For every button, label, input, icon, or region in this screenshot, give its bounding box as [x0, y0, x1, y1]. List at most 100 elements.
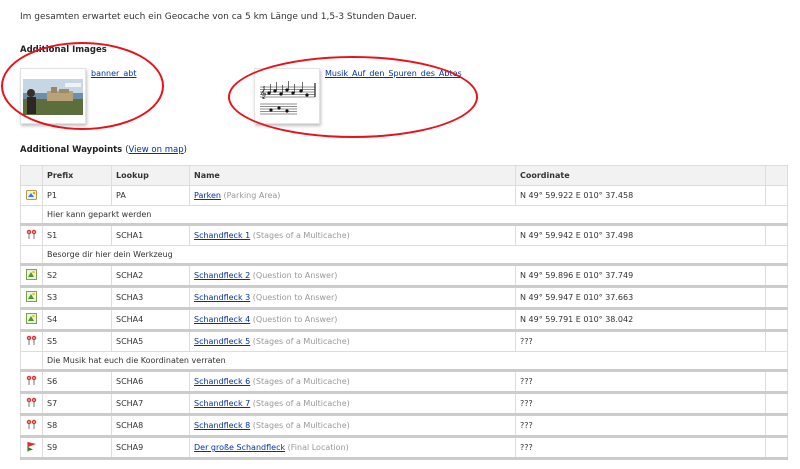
waypoint-coordinate: ???: [515, 330, 766, 352]
waypoint-prefix: S2: [42, 264, 112, 288]
header-lookup: Lookup: [111, 165, 190, 186]
waypoint-lookup: SCHA7: [111, 392, 190, 416]
annotation-oval: [228, 56, 478, 138]
table-row: P1 PA Parken (Parking Area) N 49° 59.922 E …: [20, 185, 788, 206]
note-spacer: [20, 351, 43, 372]
waypoint-prefix: S8: [42, 414, 112, 438]
waypoint-name-cell: Parken (Parking Area): [189, 185, 516, 206]
waypoint-extra-cell: [765, 392, 788, 416]
waypoint-type: (Final Location): [287, 443, 349, 452]
waypoint-type: (Parking Area): [223, 191, 281, 200]
waypoint-coordinate: N 49° 59.947 E 010° 37.663: [515, 286, 766, 310]
table-row: S8 SCHA8 Schandfleck 8 (Stages of a Multic…: [20, 414, 788, 438]
waypoint-lookup: SCHA4: [111, 308, 190, 332]
waypoint-extra-cell: [765, 286, 788, 310]
annotation-oval: [1, 42, 164, 130]
header-icon-cell: [20, 165, 43, 186]
paren-close: ): [183, 145, 187, 155]
waypoint-extra-cell: [765, 264, 788, 288]
multicache-stage-icon: [20, 330, 43, 352]
waypoint-name-link[interactable]: Schandfleck 6: [194, 377, 250, 386]
waypoints-title-text: Additional Waypoints: [20, 145, 123, 155]
waypoint-lookup: PA: [111, 185, 190, 206]
waypoint-name-cell: Schandfleck 2 (Question to Answer): [189, 264, 516, 288]
multicache-stage-icon: [20, 392, 43, 416]
waypoint-name-link[interactable]: Der große Schandfleck: [194, 443, 285, 452]
waypoint-name-cell: Schandfleck 7 (Stages of a Multicache): [189, 392, 516, 416]
waypoint-coordinate: N 49° 59.896 E 010° 37.749: [515, 264, 766, 288]
waypoint-extra-cell: [765, 224, 788, 246]
waypoint-type: (Stages of a Multicache): [252, 399, 350, 408]
waypoint-name-link[interactable]: Schandfleck 2: [194, 271, 250, 280]
table-row: S9 SCHA9 Der große Schandfleck (Final Loca…: [20, 436, 788, 460]
waypoint-name-link[interactable]: Schandfleck 5: [194, 337, 250, 346]
table-row: S7 SCHA7 Schandfleck 7 (Stages of a Multic…: [20, 392, 788, 416]
waypoint-prefix: S5: [42, 330, 112, 352]
intro-text: Im gesamten erwartet euch ein Geocache v…: [20, 12, 417, 22]
waypoint-note-row: Die Musik hat euch die Koordinaten verra…: [20, 351, 788, 372]
multicache-stage-icon: [20, 224, 43, 246]
waypoint-coordinate: N 49° 59.791 E 010° 38.042: [515, 308, 766, 332]
waypoint-name-link[interactable]: Schandfleck 1: [194, 231, 250, 240]
waypoint-extra-cell: [765, 185, 788, 206]
waypoint-coordinate: N 49° 59.942 E 010° 37.498: [515, 224, 766, 246]
waypoint-lookup: SCHA8: [111, 414, 190, 438]
waypoint-name-cell: Schandfleck 6 (Stages of a Multicache): [189, 370, 516, 394]
table-row: S1 SCHA1 Schandfleck 1 (Stages of a Multic…: [20, 224, 788, 246]
waypoint-prefix: P1: [42, 185, 112, 206]
waypoint-coordinate: N 49° 59.922 E 010° 37.458: [515, 185, 766, 206]
waypoint-prefix: S6: [42, 370, 112, 394]
waypoint-type: (Stages of a Multicache): [252, 421, 350, 430]
waypoint-name-link[interactable]: Parken: [194, 191, 221, 200]
question-icon: [20, 308, 43, 332]
waypoint-type: (Stages of a Multicache): [252, 337, 350, 346]
waypoint-name-link[interactable]: Schandfleck 8: [194, 421, 250, 430]
waypoint-coordinate: ???: [515, 414, 766, 438]
waypoint-prefix: S7: [42, 392, 112, 416]
view-on-map-link[interactable]: View on map: [129, 145, 184, 155]
waypoint-type: (Stages of a Multicache): [252, 377, 350, 386]
table-row: S5 SCHA5 Schandfleck 5 (Stages of a Multic…: [20, 330, 788, 352]
waypoint-extra-cell: [765, 414, 788, 438]
table-row: S4 SCHA4 Schandfleck 4 (Question to Answer…: [20, 308, 788, 332]
parking-icon: [20, 185, 43, 206]
waypoint-lookup: SCHA5: [111, 330, 190, 352]
waypoint-name-link[interactable]: Schandfleck 7: [194, 399, 250, 408]
waypoint-extra-cell: [765, 330, 788, 352]
table-header-row: Prefix Lookup Name Coordinate: [20, 165, 788, 186]
table-row: S3 SCHA3 Schandfleck 3 (Question to Answer…: [20, 286, 788, 310]
waypoint-extra-cell: [765, 308, 788, 332]
waypoint-note: Hier kann geparkt werden: [42, 205, 788, 226]
waypoint-lookup: SCHA1: [111, 224, 190, 246]
waypoint-name-cell: Schandfleck 3 (Question to Answer): [189, 286, 516, 310]
waypoint-extra-cell: [765, 370, 788, 394]
waypoint-type: (Stages of a Multicache): [252, 231, 350, 240]
note-spacer: [20, 245, 43, 266]
waypoint-coordinate: ???: [515, 392, 766, 416]
waypoint-name-cell: Schandfleck 1 (Stages of a Multicache): [189, 224, 516, 246]
waypoint-lookup: SCHA2: [111, 264, 190, 288]
waypoint-name-cell: Schandfleck 8 (Stages of a Multicache): [189, 414, 516, 438]
waypoints-table-body: P1 PA Parken (Parking Area) N 49° 59.922 E …: [20, 185, 788, 460]
waypoint-note-row: Hier kann geparkt werden: [20, 205, 788, 226]
waypoint-lookup: SCHA6: [111, 370, 190, 394]
waypoint-coordinate: ???: [515, 370, 766, 394]
waypoint-type: (Question to Answer): [252, 271, 338, 280]
waypoint-name-cell: Der große Schandfleck (Final Location): [189, 436, 516, 460]
waypoint-type: (Question to Answer): [252, 315, 338, 324]
header-prefix: Prefix: [42, 165, 112, 186]
waypoint-name-link[interactable]: Schandfleck 3: [194, 293, 250, 302]
final-location-icon: [20, 436, 43, 460]
question-icon: [20, 264, 43, 288]
waypoint-prefix: S9: [42, 436, 112, 460]
waypoint-name-link[interactable]: Schandfleck 4: [194, 315, 250, 324]
multicache-stage-icon: [20, 414, 43, 438]
header-name: Name: [189, 165, 516, 186]
waypoint-lookup: SCHA9: [111, 436, 190, 460]
header-coordinate: Coordinate: [515, 165, 766, 186]
waypoint-extra-cell: [765, 436, 788, 460]
table-row: S2 SCHA2 Schandfleck 2 (Question to Answer…: [20, 264, 788, 288]
waypoint-prefix: S1: [42, 224, 112, 246]
waypoint-coordinate: ???: [515, 436, 766, 460]
additional-waypoints-title: Additional Waypoints (View on map): [20, 145, 187, 155]
